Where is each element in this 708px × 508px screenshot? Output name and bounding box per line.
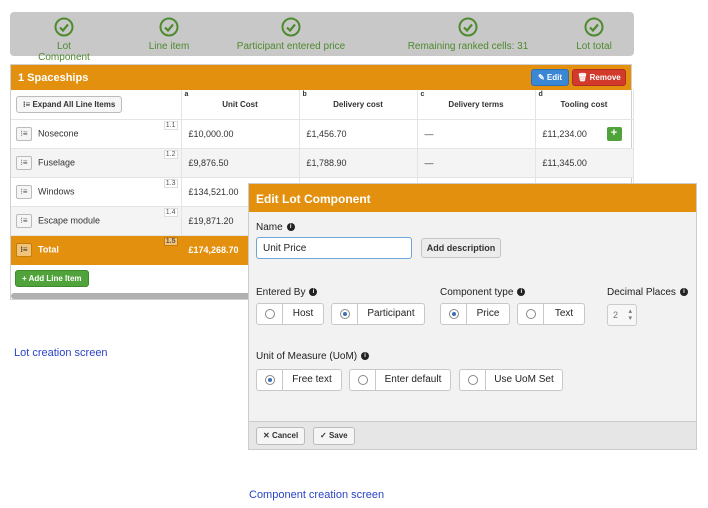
entered-by-participant-option[interactable]: Participant — [331, 303, 425, 325]
progress-bar: Lot Component Line item Participant ente… — [10, 12, 634, 63]
step-remaining-ranked: Remaining ranked cells: 31 — [404, 17, 532, 52]
check-circle-icon — [584, 17, 604, 37]
add-description-button[interactable]: Add description — [421, 238, 501, 258]
expand-all-button[interactable]: ⁝≡ Expand All Line Items — [16, 95, 123, 113]
tree-icon[interactable]: ⁝≡ — [16, 213, 32, 228]
radio-icon — [358, 375, 368, 385]
radio-selected-icon — [340, 309, 350, 319]
tree-icon[interactable]: ⁝≡ — [16, 126, 32, 141]
lot-caption[interactable]: Lot creation screen — [14, 347, 108, 359]
updown-icon: ▴ ▾ — [628, 308, 632, 322]
table-header-row: ⁝≡ Expand All Line Items a Unit Cost b Del… — [11, 90, 634, 120]
table-row[interactable]: ⁝≡ Nosecone 1.1 £10,000.00 £1,456.70 — £11… — [11, 119, 634, 149]
component-type-price-option[interactable]: Price — [440, 303, 510, 325]
lot-header: 1 Spaceships ✎ Edit 🗑 Remove — [11, 65, 631, 90]
check-circle-icon — [159, 17, 179, 37]
name-input[interactable] — [256, 237, 412, 259]
check-circle-icon — [281, 17, 301, 37]
info-icon[interactable]: i — [309, 288, 318, 297]
modal-footer: ✕ Cancel ✓ Save — [249, 421, 696, 449]
info-icon[interactable]: i — [517, 288, 526, 297]
cancel-button[interactable]: ✕ Cancel — [256, 427, 306, 445]
entered-by-label: Entered By i — [256, 287, 318, 298]
step-lot-component: Lot Component — [30, 17, 98, 63]
component-type-text-option[interactable]: Text — [517, 303, 585, 325]
modal-title: Edit Lot Component — [249, 184, 696, 212]
tree-icon[interactable]: ⁝≡ — [16, 184, 32, 199]
edit-button[interactable]: ✎ Edit — [531, 69, 569, 86]
radio-selected-icon — [265, 375, 275, 385]
info-icon[interactable]: i — [361, 352, 370, 361]
component-caption[interactable]: Component creation screen — [249, 489, 384, 501]
info-icon[interactable]: i — [679, 288, 688, 297]
add-column-button[interactable]: + — [606, 126, 622, 141]
column-header: a Unit Cost — [181, 90, 300, 120]
save-button[interactable]: ✓ Save — [313, 427, 355, 445]
tree-icon[interactable]: ⁝≡ — [16, 242, 32, 257]
uom-label: Unit of Measure (UoM) i — [256, 351, 370, 362]
column-header: d Tooling cost — [535, 90, 634, 120]
radio-selected-icon — [449, 309, 459, 319]
check-circle-icon — [458, 17, 478, 37]
radio-icon — [265, 309, 275, 319]
radio-icon — [468, 375, 478, 385]
uom-enter-default-option[interactable]: Enter default — [349, 369, 451, 391]
step-line-item: Line item — [142, 17, 196, 52]
close-icon: ✕ — [263, 431, 272, 440]
add-line-item-button[interactable]: + Add Line Item — [15, 270, 89, 287]
column-header: b Delivery cost — [299, 90, 418, 120]
column-header: c Delivery terms — [417, 90, 536, 120]
tree-icon[interactable]: ⁝≡ — [16, 155, 32, 170]
radio-icon — [526, 309, 536, 319]
uom-free-text-option[interactable]: Free text — [256, 369, 342, 391]
component-type-label: Component type i — [440, 287, 526, 298]
table-row[interactable]: ⁝≡ Fuselage 1.2 £9,876.50 £1,788.90 — £11,… — [11, 148, 634, 178]
check-circle-icon — [54, 17, 74, 37]
edit-lot-component-modal: Edit Lot Component Namei Add description… — [248, 183, 697, 450]
entered-by-host-option[interactable]: Host — [256, 303, 324, 325]
decimal-places-label: Decimal Places i — [607, 287, 688, 298]
step-lot-total: Lot total — [572, 17, 616, 52]
info-icon[interactable]: i — [286, 223, 295, 232]
check-icon: ✓ — [320, 431, 329, 440]
step-participant-price: Participant entered price — [234, 17, 348, 52]
uom-use-set-option[interactable]: Use UoM Set — [459, 369, 563, 391]
decimal-places-select[interactable]: 2 ▴ ▾ — [607, 304, 637, 326]
lot-title: 1 Spaceships — [18, 72, 89, 84]
trash-icon: 🗑 — [577, 73, 590, 82]
remove-button[interactable]: 🗑 Remove — [572, 69, 626, 86]
plus-icon: + — [22, 274, 29, 283]
pencil-icon: ✎ — [537, 73, 547, 82]
name-label: Name i — [256, 222, 295, 233]
